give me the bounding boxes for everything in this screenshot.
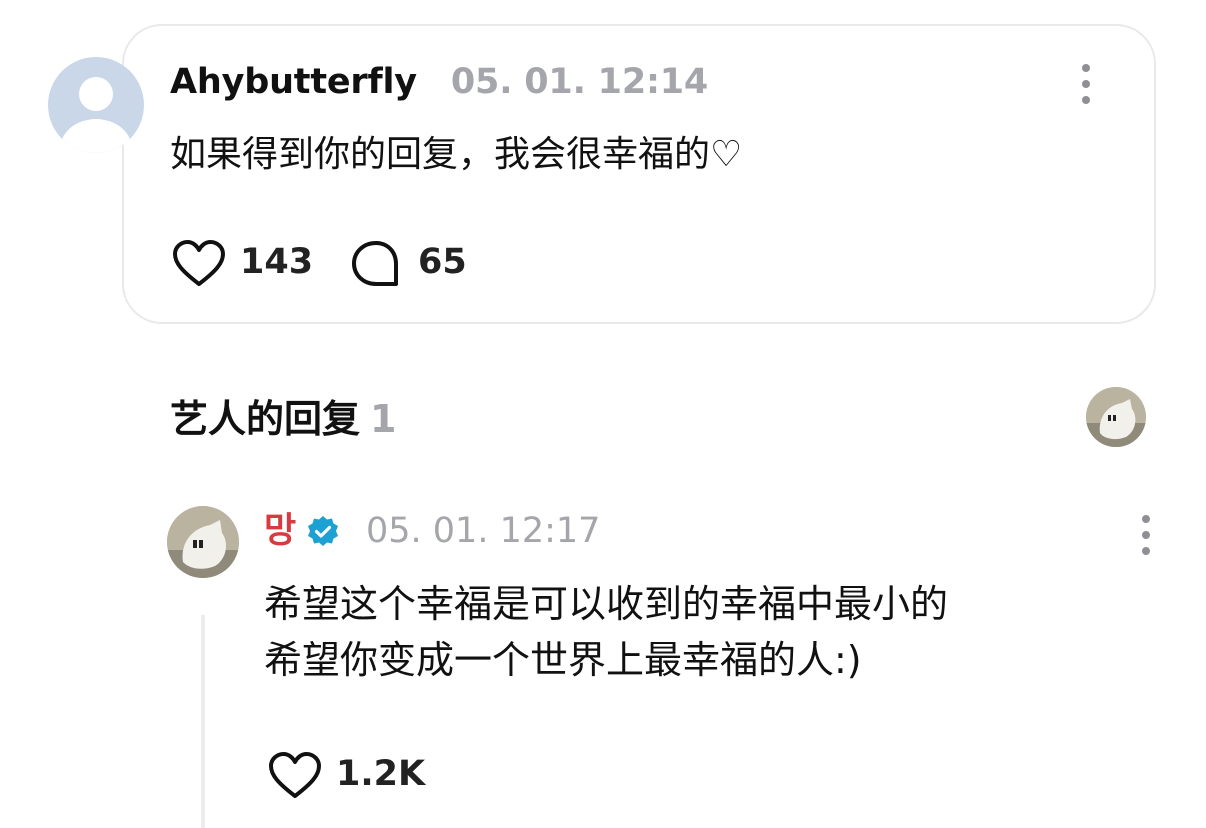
reply-text: 希望这个幸福是可以收到的幸福中最小的 希望你变成一个世界上最幸福的人:) <box>264 576 948 688</box>
comment-text: 如果得到你的回复，我会很幸福的♡ <box>170 134 743 175</box>
reply-line-1: 希望这个幸福是可以收到的幸福中最小的 <box>264 582 949 626</box>
comment-username[interactable]: Ahybutterfly 05. 01. 12:14 <box>170 60 708 104</box>
username-text[interactable]: Ahybutterfly <box>170 62 417 102</box>
more-vertical-icon[interactable] <box>1080 64 1092 104</box>
reply-count: 65 <box>418 242 467 282</box>
section-title-text: 艺人的回复 <box>170 397 361 441</box>
section-count: 1 <box>370 397 397 441</box>
user-avatar[interactable] <box>48 57 144 153</box>
artist-reply-heading: 艺人的回复 1 <box>170 395 396 443</box>
like-count: 143 <box>240 242 314 282</box>
heart-icon[interactable] <box>268 752 322 800</box>
artist-avatar[interactable] <box>167 506 239 578</box>
reply-timestamp: 05. 01. 12:17 <box>366 511 601 551</box>
artist-avatar-small[interactable] <box>1086 387 1146 447</box>
artist-name-row[interactable]: 망 <box>264 509 296 553</box>
verified-badge-icon <box>306 515 340 549</box>
reply-line-2: 希望你变成一个世界上最幸福的人:) <box>264 638 862 682</box>
artist-name[interactable]: 망 <box>264 511 296 551</box>
comment-timestamp: 05. 01. 12:14 <box>450 62 709 102</box>
thread-line <box>201 615 205 828</box>
more-vertical-icon[interactable] <box>1140 515 1152 555</box>
comment-bubble-icon[interactable] <box>350 240 402 288</box>
reply-like-count: 1.2K <box>336 754 426 794</box>
heart-icon[interactable] <box>172 240 226 288</box>
